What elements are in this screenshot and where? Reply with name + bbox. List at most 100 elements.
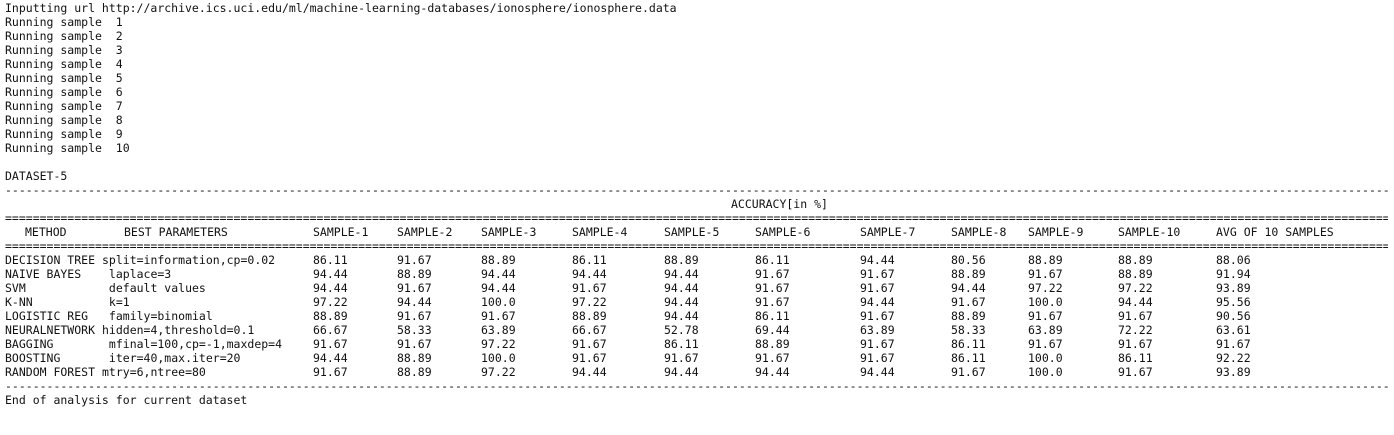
row-sample-2: 91.67 bbox=[397, 337, 432, 351]
row-sample-7: 94.44 bbox=[860, 365, 895, 379]
row-sample-5: 88.89 bbox=[664, 253, 699, 267]
row-average: 93.89 bbox=[1216, 365, 1251, 379]
row-sample-4: 94.44 bbox=[572, 365, 607, 379]
dash-rule-bottom: ----------------------------------------… bbox=[5, 379, 1388, 393]
row-method: SVM bbox=[5, 281, 26, 295]
row-sample-7: 91.67 bbox=[860, 267, 895, 281]
end-line: End of analysis for current dataset bbox=[5, 393, 248, 407]
row-sample-7: 63.89 bbox=[860, 323, 895, 337]
table-header-row: METHOD BEST PARAMETERS SAMPLE-1 SAMPLE-2… bbox=[5, 225, 1390, 239]
url-line: Inputting url http://archive.ics.uci.edu… bbox=[5, 1, 677, 15]
row-sample-1: 94.44 bbox=[313, 267, 348, 281]
row-sample-2: 94.44 bbox=[397, 295, 432, 309]
row-sample-9: 63.89 bbox=[1028, 323, 1063, 337]
table-row: K-NN k=1 97.22 94.44 100.0 97.22 94.44 91.67 94… bbox=[5, 295, 1390, 309]
row-sample-5: 94.44 bbox=[664, 365, 699, 379]
row-sample-8: 94.44 bbox=[951, 281, 986, 295]
sample-lines: Running sample 1 Running sample 2 Running … bbox=[5, 15, 1390, 155]
row-params: iter=40,max.iter=20 bbox=[102, 351, 241, 365]
column-header-sample-7: SAMPLE-7 bbox=[860, 225, 916, 239]
row-sample-1: 86.11 bbox=[313, 253, 348, 267]
row-average: 93.89 bbox=[1216, 281, 1251, 295]
eq-rule-2: ========================================… bbox=[5, 239, 1388, 253]
row-sample-8: 91.67 bbox=[951, 295, 986, 309]
column-header-sample-5: SAMPLE-5 bbox=[664, 225, 720, 239]
row-sample-7: 91.67 bbox=[860, 351, 895, 365]
column-header-sample-3: SAMPLE-3 bbox=[481, 225, 537, 239]
sample-line: Running sample 10 bbox=[5, 141, 130, 155]
row-sample-4: 91.67 bbox=[572, 281, 607, 295]
row-params: default values bbox=[102, 281, 206, 295]
row-sample-7: 94.44 bbox=[860, 295, 895, 309]
table-row: NEURALNETWORK hidden=4,threshold=0.1 66.67… bbox=[5, 323, 1390, 337]
sample-line: Running sample 9 bbox=[5, 127, 123, 141]
column-header-params: BEST PARAMETERS bbox=[124, 225, 228, 239]
row-sample-3: 91.67 bbox=[481, 309, 516, 323]
row-sample-8: 88.89 bbox=[951, 309, 986, 323]
dash-rule: ----------------------------------------… bbox=[5, 183, 1388, 197]
row-sample-6: 91.67 bbox=[755, 295, 790, 309]
row-sample-10: 88.89 bbox=[1118, 253, 1153, 267]
sample-line: Running sample 3 bbox=[5, 43, 123, 57]
row-average: 90.56 bbox=[1216, 309, 1251, 323]
row-sample-4: 86.11 bbox=[572, 253, 607, 267]
row-sample-2: 88.89 bbox=[397, 267, 432, 281]
table-row: NAIVE BAYES laplace=3 94.44 88.89 94.44 94.4… bbox=[5, 267, 1390, 281]
row-sample-9: 97.22 bbox=[1028, 281, 1063, 295]
row-method: DECISION TREE bbox=[5, 253, 96, 267]
row-sample-5: 94.44 bbox=[664, 295, 699, 309]
column-header-sample-8: SAMPLE-8 bbox=[951, 225, 1007, 239]
row-sample-1: 91.67 bbox=[313, 365, 348, 379]
row-method: NAIVE BAYES bbox=[5, 267, 82, 281]
row-method: NEURALNETWORK bbox=[5, 323, 96, 337]
row-sample-7: 91.67 bbox=[860, 281, 895, 295]
row-sample-2: 91.67 bbox=[397, 281, 432, 295]
column-header-sample-10: SAMPLE-10 bbox=[1118, 225, 1181, 239]
row-sample-9: 91.67 bbox=[1028, 309, 1063, 323]
sample-line: Running sample 4 bbox=[5, 57, 123, 71]
row-sample-5: 94.44 bbox=[664, 281, 699, 295]
row-sample-6: 91.67 bbox=[755, 351, 790, 365]
row-sample-6: 86.11 bbox=[755, 253, 790, 267]
row-sample-10: 72.22 bbox=[1118, 323, 1153, 337]
row-sample-5: 86.11 bbox=[664, 337, 699, 351]
row-sample-7: 91.67 bbox=[860, 337, 895, 351]
row-average: 91.94 bbox=[1216, 267, 1251, 281]
row-sample-3: 97.22 bbox=[481, 337, 516, 351]
row-sample-10: 91.67 bbox=[1118, 365, 1153, 379]
table-row: LOGISTIC REG family=binomial 88.89 91.67 91… bbox=[5, 309, 1390, 323]
row-sample-4: 97.22 bbox=[572, 295, 607, 309]
row-sample-1: 88.89 bbox=[313, 309, 348, 323]
row-sample-9: 88.89 bbox=[1028, 253, 1063, 267]
row-sample-10: 86.11 bbox=[1118, 351, 1153, 365]
sample-line: Running sample 5 bbox=[5, 71, 123, 85]
row-sample-6: 94.44 bbox=[755, 365, 790, 379]
row-method: K-NN bbox=[5, 295, 33, 309]
row-sample-10: 97.22 bbox=[1118, 281, 1153, 295]
row-sample-2: 58.33 bbox=[397, 323, 432, 337]
row-sample-1: 97.22 bbox=[313, 295, 348, 309]
row-sample-7: 94.44 bbox=[860, 253, 895, 267]
row-params: family=binomial bbox=[102, 309, 213, 323]
sample-line: Running sample 6 bbox=[5, 85, 123, 99]
row-average: 92.22 bbox=[1216, 351, 1251, 365]
column-header-sample-9: SAMPLE-9 bbox=[1028, 225, 1084, 239]
row-sample-2: 88.89 bbox=[397, 351, 432, 365]
accuracy-title: ACCURACY[in %] bbox=[731, 197, 828, 211]
row-sample-6: 88.89 bbox=[755, 337, 790, 351]
row-sample-6: 69.44 bbox=[755, 323, 790, 337]
row-method: RANDOM FOREST bbox=[5, 365, 96, 379]
row-sample-4: 88.89 bbox=[572, 309, 607, 323]
row-sample-7: 91.67 bbox=[860, 309, 895, 323]
row-sample-6: 91.67 bbox=[755, 267, 790, 281]
row-sample-8: 91.67 bbox=[951, 365, 986, 379]
row-sample-8: 80.56 bbox=[951, 253, 986, 267]
sample-line: Running sample 1 bbox=[5, 15, 123, 29]
row-sample-4: 94.44 bbox=[572, 267, 607, 281]
row-sample-2: 88.89 bbox=[397, 365, 432, 379]
terminal-output: Inputting url http://archive.ics.uci.edu… bbox=[5, 1, 1390, 407]
row-method: LOGISTIC REG bbox=[5, 309, 89, 323]
row-sample-6: 86.11 bbox=[755, 309, 790, 323]
column-header-sample-6: SAMPLE-6 bbox=[755, 225, 811, 239]
